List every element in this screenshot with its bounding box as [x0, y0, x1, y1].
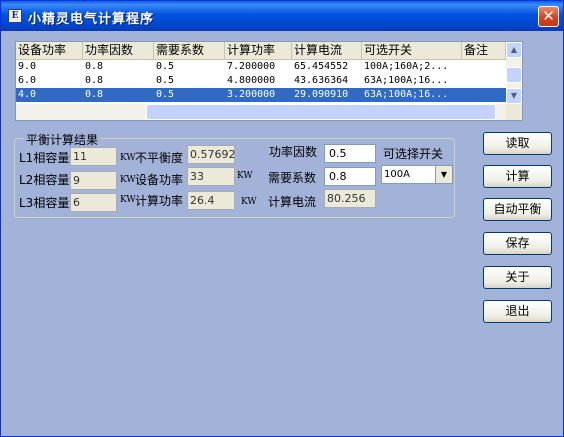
table-cell: 100A;160A;2... — [364, 61, 449, 72]
vertical-scroll-thumb[interactable] — [506, 67, 522, 83]
save-button[interactable]: 保存 — [483, 232, 552, 255]
demand-factor-input[interactable]: 0.8 — [324, 167, 376, 186]
table-cell: 4.0 — [18, 89, 37, 100]
vertical-scrollbar[interactable]: ▲ ▼ — [506, 42, 522, 104]
calc-power-unit: KW — [241, 197, 257, 207]
table-cell — [462, 88, 506, 102]
table-header: 设备功率 功率因数 需要系数 计算功率 计算电流 可选开关 备注 — [16, 42, 506, 60]
l2-value: 9 — [70, 171, 117, 190]
auto-balance-button[interactable]: 自动平衡 — [483, 198, 552, 221]
demand-factor-label: 需要系数 — [268, 171, 317, 185]
table-row[interactable]: 6.0 0.8 0.5 4.800000 43.636364 63A;100A;… — [16, 74, 506, 88]
table-cell: 6.0 — [18, 75, 37, 86]
read-button[interactable]: 读取 — [483, 132, 552, 155]
column-header[interactable]: 计算电流 — [292, 42, 362, 60]
column-header[interactable]: 功率因数 — [83, 42, 154, 60]
column-header[interactable]: 备注 — [462, 42, 506, 60]
table-cell: 3.200000 — [227, 89, 276, 100]
calc-current-label: 计算电流 — [268, 195, 317, 209]
column-header[interactable]: 可选开关 — [362, 42, 462, 60]
dropdown-arrow-icon[interactable]: ▼ — [435, 166, 452, 183]
table-cell: 0.5 — [156, 89, 175, 100]
equip-power-value: 33 — [187, 167, 235, 186]
table-row-selected[interactable]: 4.0 0.8 0.5 3.200000 29.090910 63A;100A;… — [16, 88, 506, 102]
group-title: 平衡计算结果 — [24, 131, 101, 148]
l2-label: L2相容量 — [19, 173, 70, 187]
table-cell — [462, 60, 506, 74]
table-cell: 4.800000 — [227, 75, 276, 86]
main-window: E 小精灵电气计算程序 ✕ 设备功率 功率因数 需要系数 计算功率 计算电流 可… — [0, 0, 564, 437]
table-row[interactable]: 9.0 0.8 0.5 7.200000 65.454552 100A;160A… — [16, 60, 506, 74]
power-factor-input[interactable]: 0.5 — [324, 144, 376, 163]
equip-power-label: 设备功率 — [135, 173, 184, 187]
table-cell: 9.0 — [18, 61, 37, 72]
l3-label: L3相容量 — [19, 196, 70, 210]
table-body: 9.0 0.8 0.5 7.200000 65.454552 100A;160A… — [16, 60, 506, 102]
power-factor-label: 功率因数 — [269, 145, 318, 159]
table-cell: 43.636364 — [294, 75, 349, 86]
table-cell: 0.5 — [156, 61, 175, 72]
switch-select-label: 可选择开关 — [383, 147, 444, 161]
l3-value: 6 — [70, 193, 117, 212]
about-button[interactable]: 关于 — [483, 266, 552, 289]
app-icon: E — [8, 9, 22, 23]
results-table[interactable]: 设备功率 功率因数 需要系数 计算功率 计算电流 可选开关 备注 9.0 0.8… — [15, 41, 523, 121]
scrollbar-corner — [506, 104, 522, 120]
table-cell: 0.5 — [156, 75, 175, 86]
l2-unit: KW — [120, 175, 136, 185]
imbalance-label: 不平衡度 — [135, 151, 184, 165]
calc-current-value: 80.256 — [324, 189, 376, 208]
column-header[interactable]: 设备功率 — [16, 42, 83, 60]
column-header[interactable]: 计算功率 — [225, 42, 292, 60]
table-cell: 0.8 — [85, 75, 104, 86]
title-bar[interactable]: E 小精灵电气计算程序 ✕ — [1, 1, 563, 31]
table-cell: 63A;100A;16... — [364, 89, 449, 100]
table-cell — [462, 74, 506, 88]
imbalance-value: 0.57692 — [187, 145, 236, 164]
table-cell: 29.090910 — [294, 89, 349, 100]
l1-unit: KW — [120, 153, 136, 163]
switch-select-value: 100A — [384, 169, 410, 180]
calc-power-label: 计算功率 — [135, 194, 184, 208]
table-cell: 65.454552 — [294, 61, 349, 72]
equip-power-unit: KW — [237, 171, 253, 181]
l1-label: L1相容量 — [19, 151, 70, 165]
calculate-button[interactable]: 计算 — [483, 165, 552, 188]
table-cell: 0.8 — [85, 89, 104, 100]
l3-unit: KW — [120, 195, 136, 205]
window-title: 小精灵电气计算程序 — [28, 12, 155, 27]
horizontal-scrollbar[interactable] — [16, 104, 506, 120]
table-cell: 7.200000 — [227, 61, 276, 72]
table-cell: 63A;100A;16... — [364, 75, 449, 86]
exit-button[interactable]: 退出 — [483, 300, 552, 323]
calc-power-value: 26.4 — [187, 191, 235, 210]
scroll-down-icon[interactable]: ▼ — [506, 88, 522, 104]
close-button[interactable]: ✕ — [538, 6, 559, 27]
horizontal-scroll-thumb[interactable] — [146, 104, 496, 120]
switch-select[interactable]: 100A ▼ — [381, 165, 453, 184]
l1-value: 11 — [70, 147, 117, 166]
table-cell: 0.8 — [85, 61, 104, 72]
column-header[interactable]: 需要系数 — [154, 42, 225, 60]
scroll-up-icon[interactable]: ▲ — [506, 42, 522, 58]
